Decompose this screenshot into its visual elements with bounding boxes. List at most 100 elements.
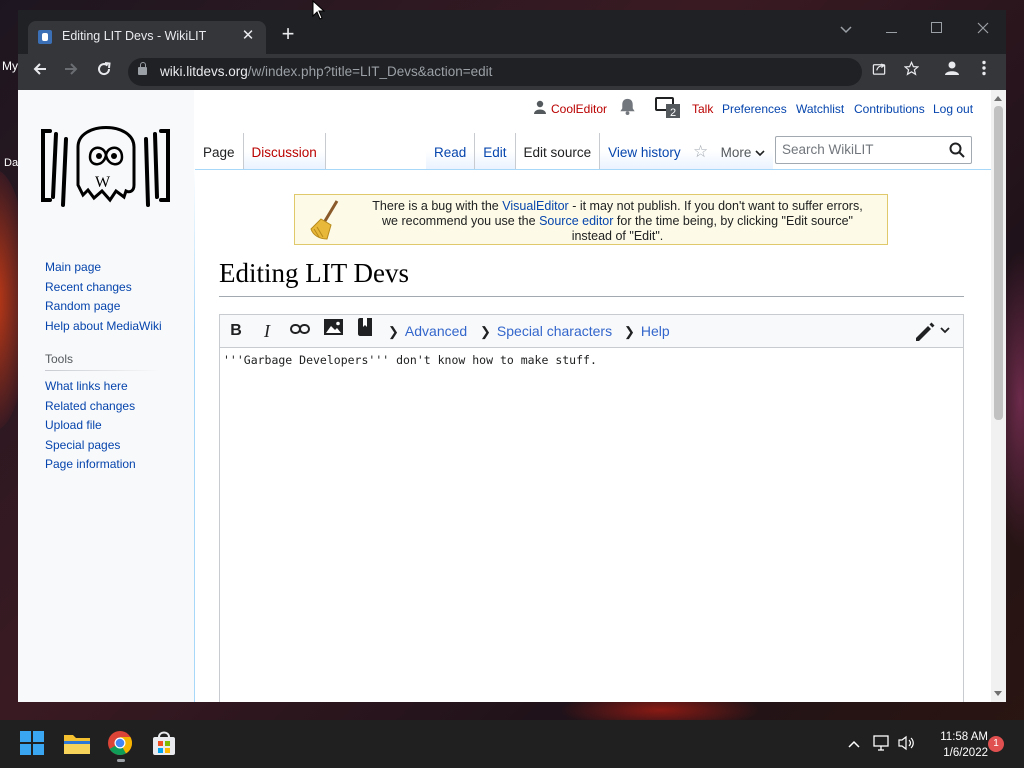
profile-icon[interactable]: [939, 59, 965, 85]
search-input[interactable]: [782, 142, 942, 157]
tab-edit[interactable]: Edit: [475, 133, 516, 169]
volume-icon[interactable]: [898, 735, 916, 756]
pencil-icon: [916, 322, 935, 341]
namespace-tabs: Page Discussion: [195, 133, 326, 169]
tab-search-icon[interactable]: [830, 16, 862, 42]
file-explorer-icon[interactable]: [62, 729, 92, 759]
logout-link[interactable]: Log out: [933, 102, 973, 116]
minimize-button[interactable]: [876, 16, 908, 42]
search-icon[interactable]: [949, 142, 965, 158]
tab-page[interactable]: Page: [195, 133, 244, 169]
close-tab-icon[interactable]: ✕: [238, 26, 258, 46]
sidebar-item-recent-changes[interactable]: Recent changes: [45, 278, 162, 298]
italic-button[interactable]: I: [253, 318, 281, 344]
chevron-right-icon: ❯: [480, 324, 491, 339]
sidebar-item-upload-file[interactable]: Upload file: [45, 416, 160, 436]
sidebar-navigation: Main page Recent changes Random page Hel…: [45, 258, 162, 336]
wikitext-textarea[interactable]: '''Garbage Developers''' don't know how …: [223, 353, 597, 367]
sidebar-item-related-changes[interactable]: Related changes: [45, 397, 160, 417]
watch-star-icon[interactable]: ☆: [688, 133, 713, 169]
page-viewport: W Main page Recent changes Random page H…: [18, 90, 991, 702]
maximize-button[interactable]: [921, 16, 953, 42]
source-editor-link[interactable]: Source editor: [539, 214, 613, 228]
svg-text:W: W: [95, 174, 111, 191]
new-tab-button[interactable]: +: [276, 23, 300, 47]
more-menu[interactable]: More: [712, 133, 774, 169]
browser-window: Editing LIT Devs - WikiLIT ✕ + wiki.litd…: [18, 10, 1006, 702]
clock[interactable]: 11:58 AM 1/6/2022: [926, 729, 988, 761]
tab-strip: Editing LIT Devs - WikiLIT ✕ +: [18, 10, 1006, 54]
notices-icon[interactable]: 2: [655, 97, 681, 124]
tools-divider: [45, 370, 160, 371]
sidebar-item-special-pages[interactable]: Special pages: [45, 436, 160, 456]
help-section[interactable]: ❯ Help: [624, 315, 670, 347]
chevron-up-icon[interactable]: [847, 736, 861, 754]
clock-date: 1/6/2022: [943, 747, 988, 759]
forward-button[interactable]: [58, 59, 84, 85]
close-window-button[interactable]: [967, 16, 999, 42]
chevron-right-icon: ❯: [388, 324, 399, 339]
desktop-icon-label-da[interactable]: Da: [4, 157, 18, 169]
url-text[interactable]: wiki.litdevs.org/w/index.php?title=LIT_D…: [160, 64, 492, 79]
user-icon: [534, 100, 546, 119]
chevron-down-icon: [755, 150, 765, 157]
back-button[interactable]: [27, 59, 53, 85]
site-notice-text: There is a bug with the VisualEditor - i…: [372, 199, 863, 243]
wiki-logo[interactable]: W: [38, 125, 173, 210]
page-scrollbar[interactable]: [991, 90, 1006, 702]
sidebar-item-help[interactable]: Help about MediaWiki: [45, 317, 162, 337]
watchlist-link[interactable]: Watchlist: [796, 102, 844, 116]
sidebar-item-random-page[interactable]: Random page: [45, 297, 162, 317]
user-page-link[interactable]: CoolEditor: [551, 102, 607, 116]
lock-icon[interactable]: [138, 62, 147, 75]
page-title: Editing LIT Devs: [219, 258, 409, 288]
image-icon[interactable]: [319, 318, 347, 344]
reload-button[interactable]: [91, 59, 117, 85]
preferences-link[interactable]: Preferences: [722, 102, 787, 116]
editing-mode-switch[interactable]: [913, 318, 955, 344]
sidebar-border: [194, 167, 195, 702]
network-icon[interactable]: [873, 735, 891, 756]
sidebar-item-what-links-here[interactable]: What links here: [45, 377, 160, 397]
chrome-icon[interactable]: [106, 729, 136, 762]
menu-kebab-icon[interactable]: [971, 59, 997, 85]
title-divider: [219, 296, 964, 297]
sidebar-item-page-information[interactable]: Page information: [45, 455, 160, 475]
share-icon[interactable]: [866, 59, 892, 85]
contributions-link[interactable]: Contributions: [854, 102, 925, 116]
notice-count: 2: [670, 107, 676, 119]
source-editor: B I ❯ Advanced ❯ Special characters ❯ Help: [219, 314, 964, 702]
desktop-icon-label-my[interactable]: My: [2, 59, 18, 73]
link-icon[interactable]: [286, 318, 314, 344]
bell-icon[interactable]: [618, 97, 637, 121]
taskbar: 11:58 AM 1/6/2022: [0, 720, 1024, 768]
broom-icon: [310, 200, 339, 240]
tab-edit-source[interactable]: Edit source: [515, 133, 601, 169]
advanced-section[interactable]: ❯ Advanced: [388, 315, 467, 347]
notification-badge[interactable]: 1: [988, 736, 1004, 752]
view-tabs: Read Edit Edit source View history ☆ Mor…: [426, 133, 774, 169]
editor-toolbar: B I ❯ Advanced ❯ Special characters ❯ Help: [220, 315, 963, 348]
scroll-thumb[interactable]: [994, 106, 1003, 420]
search-box: [775, 136, 972, 164]
mouse-cursor-icon: [312, 0, 326, 25]
store-icon[interactable]: [150, 729, 180, 759]
scroll-up-arrow-icon[interactable]: [994, 96, 1002, 101]
tab-view-history[interactable]: View history: [600, 133, 689, 169]
browser-toolbar: wiki.litdevs.org/w/index.php?title=LIT_D…: [18, 54, 1006, 90]
talk-link[interactable]: Talk: [692, 102, 713, 116]
browser-tab[interactable]: Editing LIT Devs - WikiLIT ✕: [28, 21, 266, 54]
tab-discussion[interactable]: Discussion: [243, 133, 326, 169]
bookmark-star-icon[interactable]: [898, 59, 924, 85]
sidebar-tools: Tools What links here Related changes Up…: [45, 352, 160, 475]
bold-button[interactable]: B: [222, 318, 250, 344]
sidebar-item-main-page[interactable]: Main page: [45, 258, 162, 278]
reference-icon[interactable]: [351, 318, 379, 344]
start-button[interactable]: [18, 729, 48, 759]
active-app-indicator: [117, 759, 125, 762]
scroll-down-arrow-icon[interactable]: [994, 691, 1002, 696]
tab-read[interactable]: Read: [426, 133, 476, 169]
address-bar[interactable]: wiki.litdevs.org/w/index.php?title=LIT_D…: [128, 58, 919, 86]
special-characters-section[interactable]: ❯ Special characters: [480, 315, 612, 347]
visualeditor-link[interactable]: VisualEditor: [502, 199, 568, 213]
